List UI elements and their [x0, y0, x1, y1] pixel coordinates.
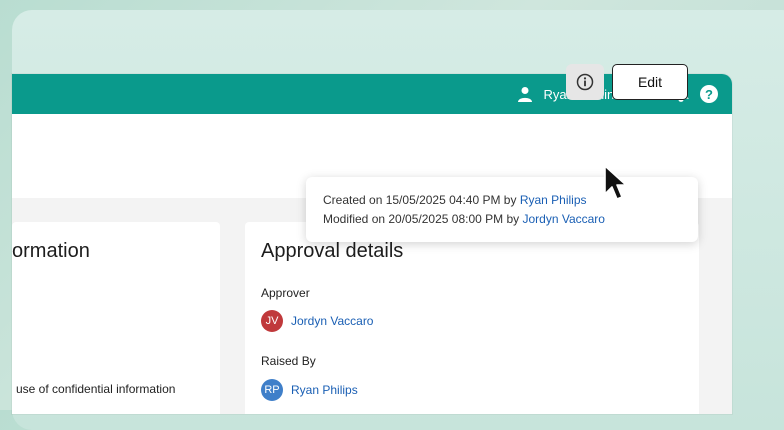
raised-by-name-link[interactable]: Ryan Philips	[291, 383, 358, 397]
audit-info-tooltip: Created on 15/05/2025 04:40 PM by Ryan P…	[306, 177, 698, 242]
information-card-title: ormation	[12, 240, 90, 262]
created-info-text: Created on 15/05/2025 04:40 PM by	[323, 193, 520, 207]
help-icon[interactable]: ?	[700, 85, 718, 103]
user-icon	[518, 87, 533, 102]
created-by-link[interactable]: Ryan Philips	[520, 193, 587, 207]
approval-details-title: Approval details	[261, 240, 404, 262]
info-icon	[576, 73, 594, 91]
avatar: JV	[261, 310, 283, 332]
mouse-pointer-icon	[604, 165, 627, 200]
avatar: RP	[261, 379, 283, 401]
modified-info-text: Modified on 20/05/2025 08:00 PM by	[323, 212, 523, 226]
approver-name-link[interactable]: Jordyn Vaccaro	[291, 314, 373, 328]
created-info-line: Created on 15/05/2025 04:40 PM by Ryan P…	[323, 193, 587, 207]
approver-label: Approver	[261, 286, 310, 300]
information-card-text: use of confidential information	[16, 382, 176, 396]
info-button[interactable]	[566, 64, 604, 100]
information-card: ormation use of confidential information	[12, 222, 220, 414]
approver-person[interactable]: JV Jordyn Vaccaro	[261, 310, 373, 332]
raised-by-person[interactable]: RP Ryan Philips	[261, 379, 358, 401]
app-window: Ryan/Administrator ? ormation use of con…	[12, 74, 732, 414]
modified-by-link[interactable]: Jordyn Vaccaro	[522, 212, 604, 226]
approval-details-card: Approval details Approver JV Jordyn Vacc…	[245, 222, 699, 414]
modified-info-line: Modified on 20/05/2025 08:00 PM by Jordy…	[323, 212, 605, 226]
raised-by-label: Raised By	[261, 354, 316, 368]
edit-button[interactable]: Edit	[612, 64, 688, 100]
